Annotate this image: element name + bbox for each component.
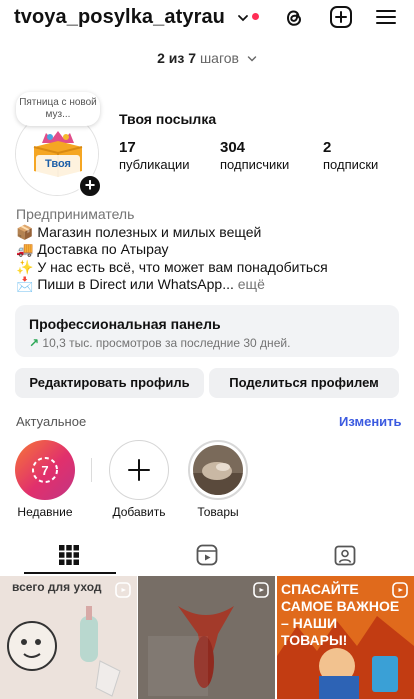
highlight-recent[interactable]: 7 Недавние	[14, 440, 76, 519]
highlight-add[interactable]: Добавить	[108, 440, 170, 519]
add-circle	[109, 440, 169, 500]
edit-profile-button[interactable]: Редактировать профиль	[15, 368, 204, 398]
post-thumbnail[interactable]: спасайте самое важное – наши товары!	[277, 576, 414, 699]
tab-tagged[interactable]	[276, 538, 414, 574]
svg-text:Твоя: Твоя	[45, 158, 71, 170]
bio-more-link[interactable]: ещё	[238, 276, 265, 292]
highlight-goods[interactable]: Товары	[187, 440, 249, 519]
recent-circle: 7	[15, 440, 75, 500]
post-thumbnail[interactable]: всего для уход	[0, 576, 137, 699]
dashboard-views: 10,3 тыс. просмотров за последние 30 дне…	[42, 336, 291, 350]
setup-steps[interactable]: 2 из 7 шагов	[0, 50, 414, 66]
dashboard-title: Профессиональная панель	[29, 316, 221, 332]
note-bubble[interactable]: Пятница с новой муз...	[16, 92, 100, 126]
bio-line-last: 📩 Пиши в Direct или WhatsApp... ещё	[16, 276, 406, 294]
highlight-label: Добавить	[112, 505, 166, 519]
tab-active-indicator	[24, 572, 116, 574]
top-bar: tvoya_posylka_atyrau	[0, 0, 414, 40]
share-profile-button[interactable]: Поделиться профилем	[209, 368, 399, 398]
reels-icon	[196, 544, 218, 566]
post-thumbnail[interactable]	[138, 576, 275, 699]
reel-badge-icon	[253, 582, 269, 598]
add-post-icon[interactable]	[329, 5, 353, 29]
bio-category: Предприниматель	[16, 206, 135, 222]
add-story-icon[interactable]: +	[78, 174, 102, 198]
bio-line: 📦 Магазин полезных и милых вещей	[16, 223, 262, 240]
bio-line: 🚚 Доставка по Атырау	[16, 241, 169, 258]
history-icon: 7	[32, 457, 58, 483]
highlight-label: Недавние	[17, 505, 73, 519]
stat-label: подписчики	[220, 157, 290, 172]
tagged-person-icon	[334, 545, 356, 566]
plus-icon	[128, 459, 150, 481]
reel-badge-icon	[115, 582, 131, 598]
threads-icon[interactable]	[281, 5, 307, 31]
divider	[91, 458, 92, 482]
notification-dot	[252, 13, 259, 20]
highlights-edit-link[interactable]: Изменить	[339, 414, 402, 429]
reel-badge-icon	[392, 582, 408, 598]
tab-reels[interactable]	[138, 538, 276, 574]
steps-count: 2 из 7	[157, 50, 197, 66]
bio-line: ✨ У нас есть всё, что может вам понадоби…	[16, 258, 328, 275]
stat-posts[interactable]: 17 публикации	[119, 139, 190, 172]
professional-dashboard[interactable]: Профессиональная панель ↗ 10,3 тыс. прос…	[15, 305, 399, 357]
goods-circle	[188, 440, 248, 500]
dashboard-subtitle: ↗ 10,3 тыс. просмотров за последние 30 д…	[29, 336, 385, 350]
stat-following[interactable]: 2 подписки	[323, 139, 378, 172]
username[interactable]: tvoya_posylka_atyrau	[14, 6, 225, 29]
stat-label: подписки	[323, 157, 379, 172]
svg-text:7: 7	[41, 463, 48, 478]
stat-value: 17	[119, 139, 136, 156]
chevron-down-icon[interactable]	[237, 12, 249, 24]
highlight-label: Товары	[197, 505, 239, 519]
post-caption: всего для уход	[12, 580, 102, 594]
stat-value: 304	[220, 139, 246, 156]
stat-value: 2	[323, 139, 332, 156]
profile-tabs	[0, 538, 414, 574]
goods-thumbnail	[193, 445, 243, 495]
tab-grid[interactable]	[0, 538, 138, 574]
stat-followers[interactable]: 304 подписчики	[220, 139, 289, 172]
posts-grid: всего для уход спасайте самое важное – н…	[0, 576, 414, 699]
highlights-title: Актуальное	[16, 414, 87, 429]
post-caption: спасайте самое важное – наши товары!	[281, 581, 400, 648]
bio: Предприниматель 📦 Магазин полезных и мил…	[16, 206, 406, 294]
profile-name: Твоя посылка	[119, 111, 217, 127]
trend-up-icon: ↗	[29, 336, 40, 350]
grid-icon	[59, 545, 79, 565]
chevron-down-icon	[247, 56, 257, 62]
steps-label: шагов	[199, 50, 239, 66]
stat-label: публикации	[119, 157, 190, 172]
menu-icon[interactable]	[375, 6, 397, 28]
bio-line: 📩 Пиши в Direct или WhatsApp...	[16, 276, 234, 293]
